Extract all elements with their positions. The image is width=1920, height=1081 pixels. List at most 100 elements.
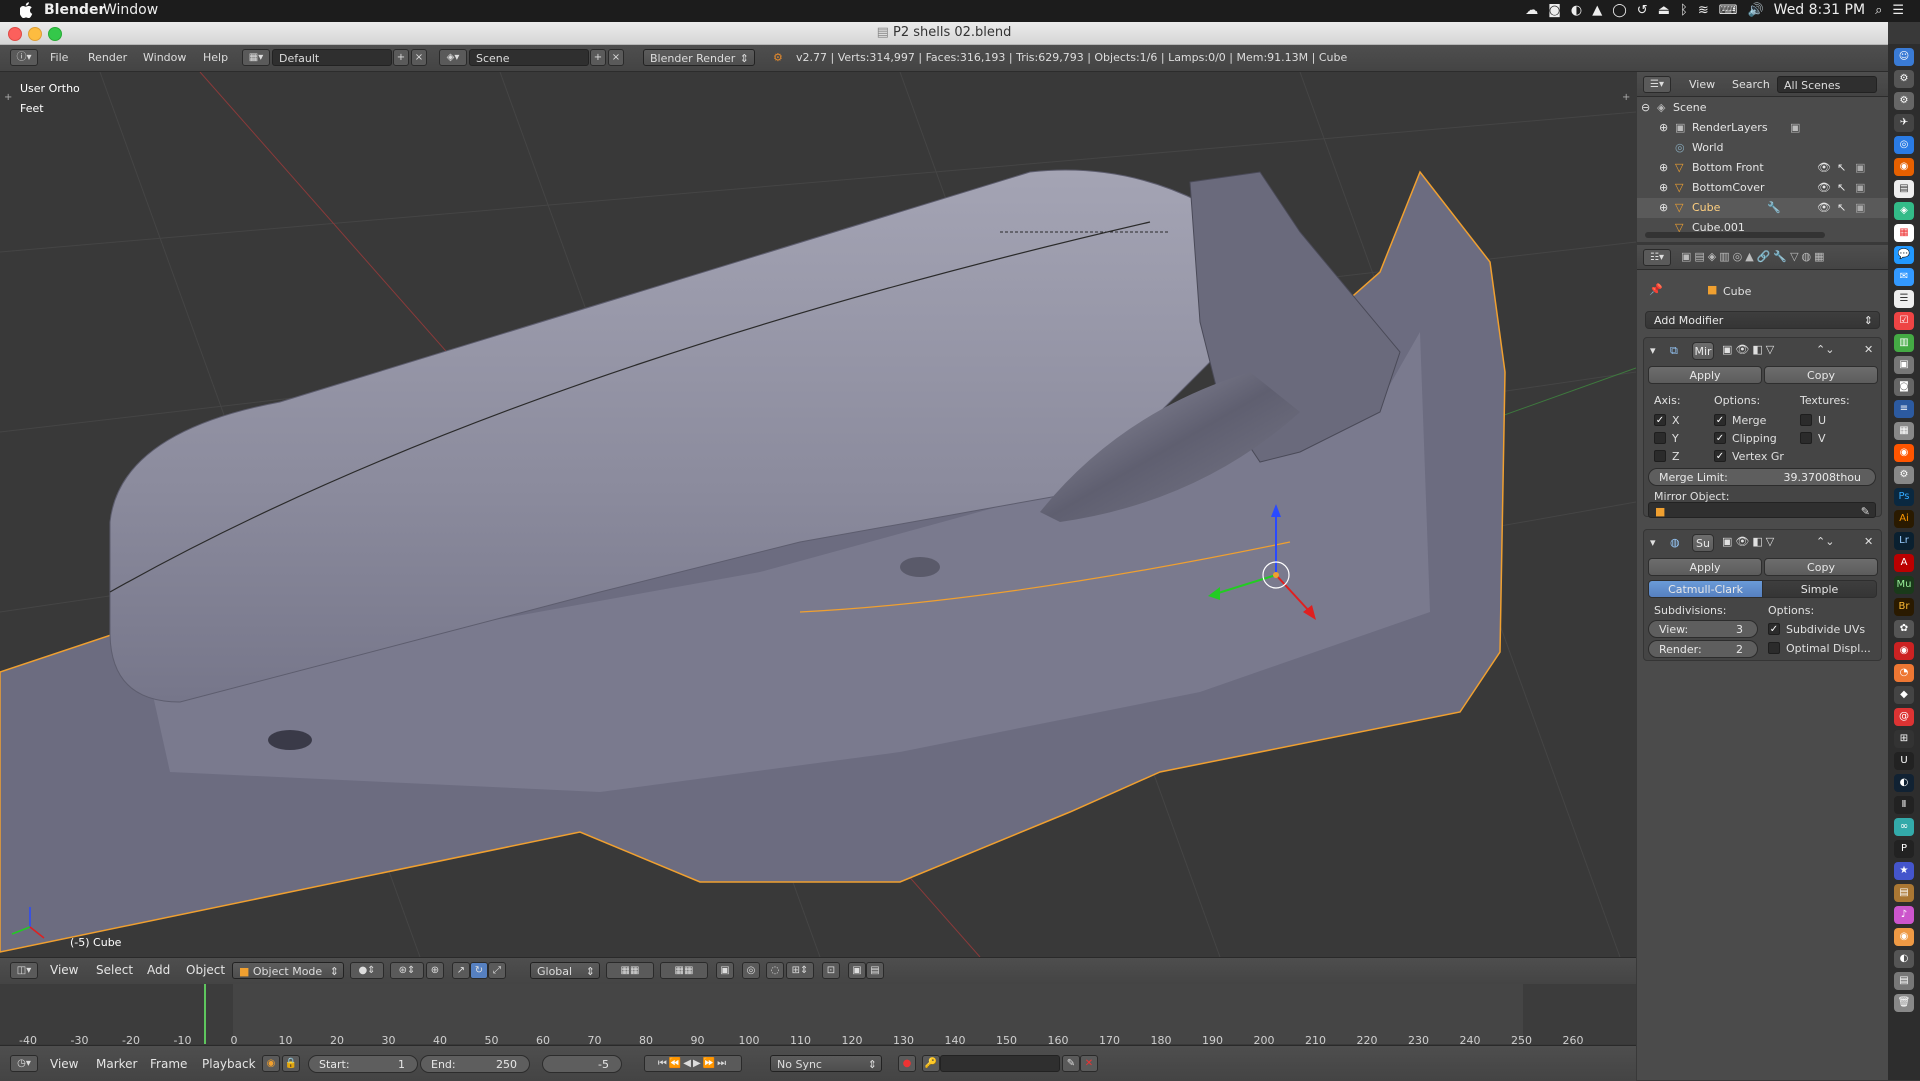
clock[interactable]: Wed 8:31 PM (1774, 2, 1865, 18)
orientation-select[interactable]: Global ⇕ (530, 962, 600, 979)
eject-icon[interactable]: ⏏ (1658, 3, 1670, 18)
eyedropper-icon[interactable]: ✎ (1861, 503, 1870, 520)
app-dock-icon-12[interactable]: ◐ (1894, 950, 1914, 968)
marker-menu[interactable]: Marker (96, 1057, 137, 1071)
playback-menu[interactable]: Playback (202, 1057, 256, 1071)
outliner-row-renderlayers[interactable]: ⊕ ▣ RenderLayers ▣ (1637, 118, 1888, 138)
vertex-groups-checkbox[interactable]: ✓ (1714, 450, 1726, 462)
select-menu[interactable]: Select (96, 963, 133, 977)
layers-grid-2-icon[interactable]: ▦▦ (660, 962, 708, 979)
steam-dock-icon[interactable]: ◐ (1894, 774, 1914, 792)
timeline-area[interactable]: -40 -30 -20 -10 0 10 20 30 40 50 60 70 80 90 100 110 120… (0, 984, 1636, 1047)
subsurf-display-toggles[interactable]: ▣👁◧▽ (1722, 535, 1777, 548)
select-cursor-icon[interactable]: ↖ (1837, 158, 1846, 178)
select-cursor-icon[interactable]: ↖ (1837, 178, 1846, 198)
app-dock-icon-10[interactable]: ▤ (1894, 884, 1914, 902)
texture-u-checkbox[interactable] (1800, 414, 1812, 426)
view3d-editor-icon[interactable]: ◫▾ (10, 962, 38, 979)
catmull-clark-tab[interactable]: Catmull-Clark (1648, 580, 1763, 598)
viewport-shading-icon[interactable]: ●⇕ (350, 962, 384, 979)
app-dock-icon-9[interactable]: ★ (1894, 862, 1914, 880)
render-toggle-icon[interactable]: ▣ (1790, 118, 1800, 138)
time-machine-icon[interactable]: ↺ (1637, 3, 1648, 18)
end-frame-field[interactable]: End: 250 (420, 1055, 530, 1073)
current-frame-marker[interactable] (204, 984, 206, 1044)
outliner-scrollbar[interactable] (1645, 232, 1825, 238)
viewport-canvas[interactable] (0, 72, 1636, 957)
visibility-eye-icon[interactable]: 👁 (1817, 178, 1831, 198)
layout-field[interactable]: Default (272, 49, 392, 66)
timeline-view-menu[interactable]: View (50, 1057, 78, 1071)
frame-menu[interactable]: Frame (150, 1057, 187, 1071)
apple-icon[interactable] (19, 2, 34, 22)
chat-icon[interactable]: ◯ (1612, 3, 1627, 18)
mail-dock-icon[interactable]: ✉ (1894, 268, 1914, 286)
translate-manipulator-icon[interactable]: ↗ (452, 962, 470, 979)
current-frame-field[interactable]: -5 (542, 1055, 622, 1073)
muse-dock-icon[interactable]: Mu (1894, 576, 1914, 594)
app-dock-icon-2[interactable]: ◉ (1894, 642, 1914, 660)
delete-keyframe-icon[interactable]: ✕ (1080, 1055, 1098, 1072)
collapse-icon[interactable]: ⊖ (1641, 98, 1650, 118)
lock-icon[interactable]: 🔒 (282, 1055, 300, 1072)
texture-v-checkbox[interactable] (1800, 432, 1812, 444)
expand-icon[interactable]: ⊕ (1659, 158, 1668, 178)
itunes-dock-icon[interactable]: ♪ (1894, 906, 1914, 924)
screen-layout-icon[interactable]: ▦▾ (242, 49, 270, 66)
scene-field[interactable]: Scene (469, 49, 589, 66)
app-dock-icon-3[interactable]: ◆ (1894, 686, 1914, 704)
app-dock-icon-4[interactable]: @ (1894, 708, 1914, 726)
mirror-object-field[interactable]: ■ ✎ (1648, 502, 1876, 518)
visibility-eye-icon[interactable]: 👁 (1817, 158, 1831, 178)
illustrator-dock-icon[interactable]: Ai (1894, 510, 1914, 528)
menu-help[interactable]: Help (203, 49, 228, 67)
manipulator-toggle-icon[interactable]: ⊕ (426, 962, 444, 979)
outliner-menu-search[interactable]: Search (1732, 78, 1770, 91)
render-levels-field[interactable]: Render: 2 (1648, 640, 1758, 658)
sync-select[interactable]: No Sync ⇕ (770, 1055, 882, 1072)
mode-select[interactable]: ■ Object Mode ⇕ (232, 962, 344, 979)
outliner-editor-icon[interactable]: ☰▾ (1643, 76, 1671, 93)
keyboard-icon[interactable]: ⌨ (1719, 3, 1738, 18)
merge-checkbox[interactable]: ✓ (1714, 414, 1726, 426)
collapse-arrow-icon[interactable]: ▾ (1650, 536, 1656, 549)
expand-icon[interactable]: ⊕ (1659, 178, 1668, 198)
trash-dock-icon[interactable]: 🗑 (1894, 994, 1914, 1012)
proportional-edit-icon[interactable]: ◎ (742, 962, 760, 979)
remove-scene-icon[interactable]: × (608, 49, 624, 66)
outliner-row-bottomcover[interactable]: ⊕ ▽ BottomCover 👁 ↖ ▣ (1637, 178, 1888, 198)
creative-cloud-icon[interactable]: ☁ (1525, 3, 1538, 18)
outliner-row-bottom-front[interactable]: ⊕ ▽ Bottom Front 👁 ↖ ▣ (1637, 158, 1888, 178)
opengl-render-icon[interactable]: ▣ (848, 962, 866, 979)
visibility-eye-icon[interactable]: 👁 (1817, 198, 1831, 218)
menu-window[interactable]: Window (143, 49, 186, 67)
outliner-row-scene[interactable]: ⊖ ◈ Scene (1637, 98, 1888, 118)
lock-layers-icon[interactable]: ▣ (716, 962, 734, 979)
zoom-window-button[interactable] (48, 27, 62, 41)
keying-set-icon[interactable]: 🔑 (922, 1055, 940, 1072)
utility-dock-icon[interactable]: ⚙ (1894, 466, 1914, 484)
snap-element-icon[interactable]: ⊞⇕ (786, 962, 814, 979)
finder-dock-icon[interactable]: ☺ (1894, 48, 1914, 66)
record-icon[interactable]: ● (898, 1055, 916, 1072)
collapse-arrow-icon[interactable]: ▾ (1650, 344, 1656, 357)
render-camera-icon[interactable]: ▣ (1855, 178, 1865, 198)
unity-dock-icon[interactable]: U (1894, 752, 1914, 770)
clipping-checkbox[interactable]: ✓ (1714, 432, 1726, 444)
subsurf-copy-button[interactable]: Copy (1764, 558, 1878, 576)
outliner-filter-select[interactable]: All Scenes (1777, 76, 1877, 93)
snap-target-icon[interactable]: ⊡ (822, 962, 840, 979)
view-levels-field[interactable]: View: 3 (1648, 620, 1758, 638)
numbers-dock-icon[interactable]: ▥ (1894, 334, 1914, 352)
3d-viewport[interactable]: User Ortho Feet (-5) Cube + + (0, 72, 1636, 957)
subsurf-apply-button[interactable]: Apply (1648, 558, 1762, 576)
add-menu[interactable]: Add (147, 963, 170, 977)
menu-file[interactable]: File (50, 49, 68, 67)
keying-icon[interactable]: ◉ (262, 1055, 280, 1072)
keying-set-field[interactable] (940, 1055, 1060, 1072)
properties-toggle-icon[interactable]: + (1622, 92, 1630, 103)
bluetooth-icon[interactable]: ᛒ (1680, 3, 1688, 18)
chrome-dock-icon[interactable]: ◉ (1894, 444, 1914, 462)
insert-keyframe-icon[interactable]: ✎ (1062, 1055, 1080, 1072)
close-window-button[interactable] (8, 27, 22, 41)
